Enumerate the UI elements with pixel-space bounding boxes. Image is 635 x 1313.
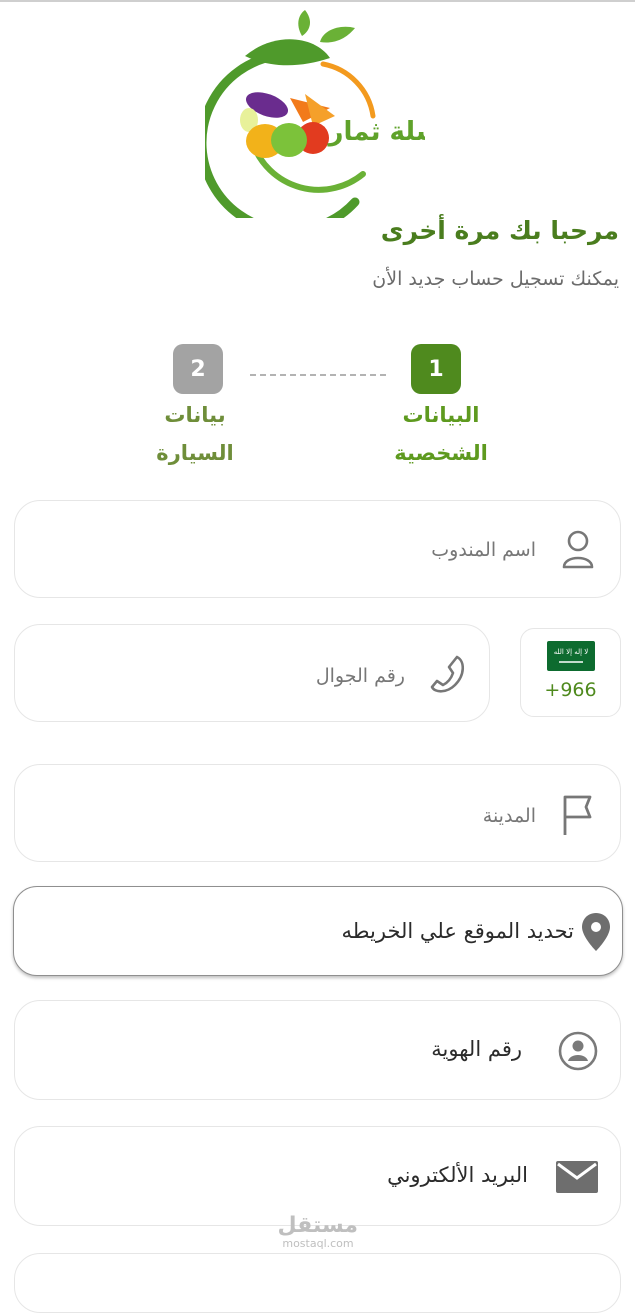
welcome-subtitle: يمكنك تسجيل حساب جديد الأن [372,268,619,290]
step-connector [250,374,386,376]
mostaql-watermark: مستقل mostaql.com [278,1214,358,1250]
phone-placeholder: رقم الجوال [315,665,405,687]
country-code-selector[interactable]: لا إله إلا الله +966 [520,628,621,717]
select-location-button[interactable]: تحديد الموقع علي الخريطه [13,886,623,976]
step-1-indicator[interactable]: 1 [411,344,461,394]
map-pin-icon [582,913,610,951]
select-location-label: تحديد الموقع علي الخريطه [341,919,574,943]
step-1-label-line2: الشخصية [394,441,488,465]
user-icon [562,530,594,569]
national-id-field[interactable]: رقم الهوية [14,1000,621,1100]
step-2-label[interactable]: بيانات السيارة [120,396,270,472]
step-1-label[interactable]: البيانات الشخصية [366,396,516,472]
step-2-indicator[interactable]: 2 [173,344,223,394]
country-code-value: +966 [544,679,597,701]
city-field[interactable]: المدينة [14,764,621,862]
step-2-label-line1: بيانات [164,403,226,427]
city-placeholder: المدينة [482,805,536,827]
envelope-icon [556,1161,598,1193]
agent-name-placeholder: اسم المندوب [431,539,536,561]
national-id-placeholder: رقم الهوية [431,1037,522,1061]
brand-logo: سلة ثمار [205,10,425,218]
brand-logo-text: سلة ثمار [327,117,425,147]
step-2-label-line2: السيارة [156,441,234,465]
watermark-arabic: مستقل [277,1213,358,1238]
agent-name-field[interactable]: اسم المندوب [14,500,621,598]
email-field[interactable]: البريد الألكتروني [14,1126,621,1226]
svg-text:لا إله إلا الله: لا إله إلا الله [554,648,589,656]
welcome-title: مرحبا بك مرة أخرى [380,216,619,245]
flag-icon [563,795,592,835]
watermark-latin: mostaql.com [282,1237,354,1250]
phone-field[interactable]: رقم الجوال [14,624,490,722]
step-1-label-line1: البيانات [402,403,480,427]
id-badge-icon [558,1031,598,1071]
saudi-flag-icon: لا إله إلا الله [547,641,595,671]
phone-icon [430,655,465,693]
next-form-field[interactable] [14,1253,621,1313]
top-divider [0,0,635,2]
email-placeholder: البريد الألكتروني [387,1163,528,1187]
